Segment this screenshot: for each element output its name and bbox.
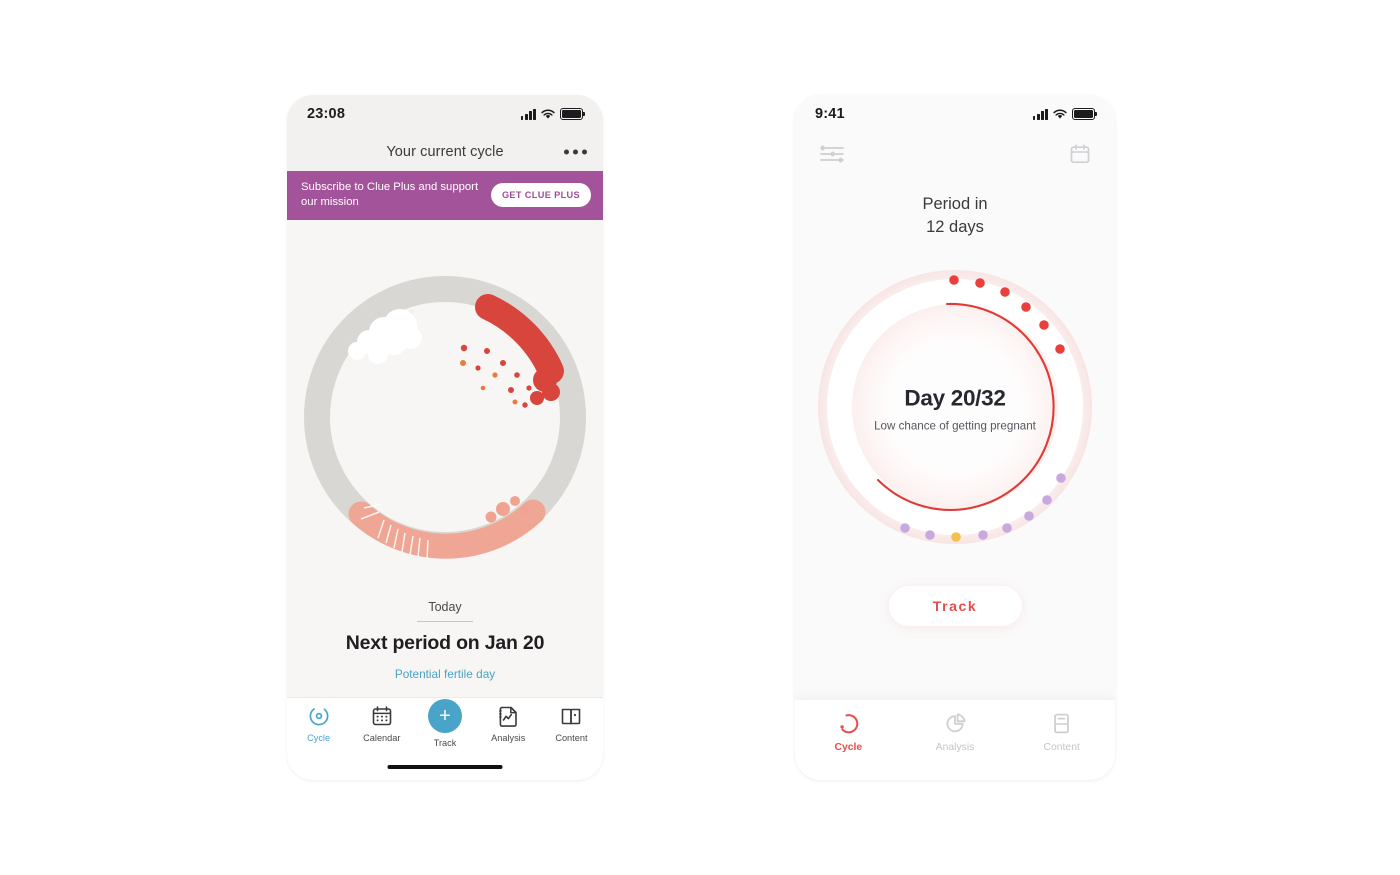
pregnancy-chance-text: Low chance of getting pregnant [874,419,1036,433]
cycle-visualization-right: Day 20/32 Low chance of getting pregnant [795,254,1115,564]
tab-cycle[interactable]: Cycle [287,704,350,743]
book-icon [560,704,582,728]
tab-analysis[interactable]: Analysis [477,704,540,743]
status-bar-left: 23:08 [287,95,603,133]
cycle-visualization-left: THE PERIOD FERTILE WINDOW DAY 19 Today N… [287,219,603,780]
countdown-line1: Period in [922,195,988,213]
tab-cycle[interactable]: Cycle [795,712,902,753]
clue-plus-promo-banner: Subscribe to Clue Plus and support our m… [287,171,603,220]
page-title: Your current cycle [386,144,504,160]
wifi-icon [1053,109,1067,120]
tab-label: Track [433,738,457,748]
phone-mockup-right: 9:41 Period in 12 days Day 20/32 Low cha… [795,95,1115,780]
tab-track[interactable]: + Track [413,699,476,748]
phone-mockup-left: 23:08 Your current cycle Subscribe to Cl… [287,95,603,780]
book-icon [1050,712,1073,735]
track-button-wrap: Track [795,585,1115,626]
plus-icon: + [428,699,462,733]
home-indicator [387,764,503,769]
right-header [795,133,1115,179]
screenshot-stage: 23:08 Your current cycle Subscribe to Cl… [0,0,1400,875]
tab-label: Analysis [491,733,526,743]
cycle-center-info: Today Next period on Jan 20 Potential fe… [330,600,560,682]
promo-text: Subscribe to Clue Plus and support our m… [301,181,479,209]
tab-label: Content [1043,742,1080,753]
calendar-icon[interactable] [1069,143,1091,170]
status-icons [1032,108,1098,120]
left-title-bar: Your current cycle [287,133,603,171]
tab-label: Cycle [307,733,331,743]
calendar-icon [371,704,393,728]
pie-chart-icon [944,712,967,735]
more-options-icon[interactable] [564,149,587,155]
day-counter: Day 20/32 [904,385,1006,411]
bottom-nav-left: Cycle Calendar + Track Analysis Content [287,697,603,780]
period-countdown: Period in 12 days [795,193,1115,240]
tab-analysis[interactable]: Analysis [902,712,1009,753]
next-period-headline: Next period on Jan 20 [345,631,545,654]
track-button[interactable]: Track [888,585,1022,626]
get-clue-plus-button[interactable]: GET CLUE PLUS [490,183,591,208]
cycle-ring-graphic [287,220,603,620]
tab-label: Analysis [935,742,975,753]
tab-content[interactable]: Content [540,704,603,743]
wifi-icon [541,109,555,120]
analysis-chart-icon [497,704,519,728]
tab-label: Content [555,733,588,743]
status-bar-right: 9:41 [795,95,1115,133]
tab-content[interactable]: Content [1008,712,1115,753]
fertile-day-link[interactable]: Potential fertile day [330,667,560,681]
status-time: 9:41 [815,106,845,122]
status-time: 23:08 [307,106,346,122]
cycle-center-info-right: Day 20/32 Low chance of getting pregnant [840,385,1070,432]
divider [417,620,473,622]
cycle-ring-icon [308,704,330,728]
today-label: Today [428,599,462,614]
cycle-ring-icon [837,712,860,735]
status-icons [520,108,586,120]
tab-calendar[interactable]: Calendar [350,704,413,743]
countdown-line2: 12 days [926,218,984,237]
battery-icon [1072,108,1098,120]
sliders-icon[interactable] [819,144,845,169]
battery-icon [560,108,586,120]
signal-bars-icon [520,108,536,120]
tab-label: Cycle [834,742,863,753]
bottom-nav-right: Cycle Analysis Content [795,700,1115,780]
tab-label: Calendar [363,733,401,743]
signal-bars-icon [1032,108,1048,120]
